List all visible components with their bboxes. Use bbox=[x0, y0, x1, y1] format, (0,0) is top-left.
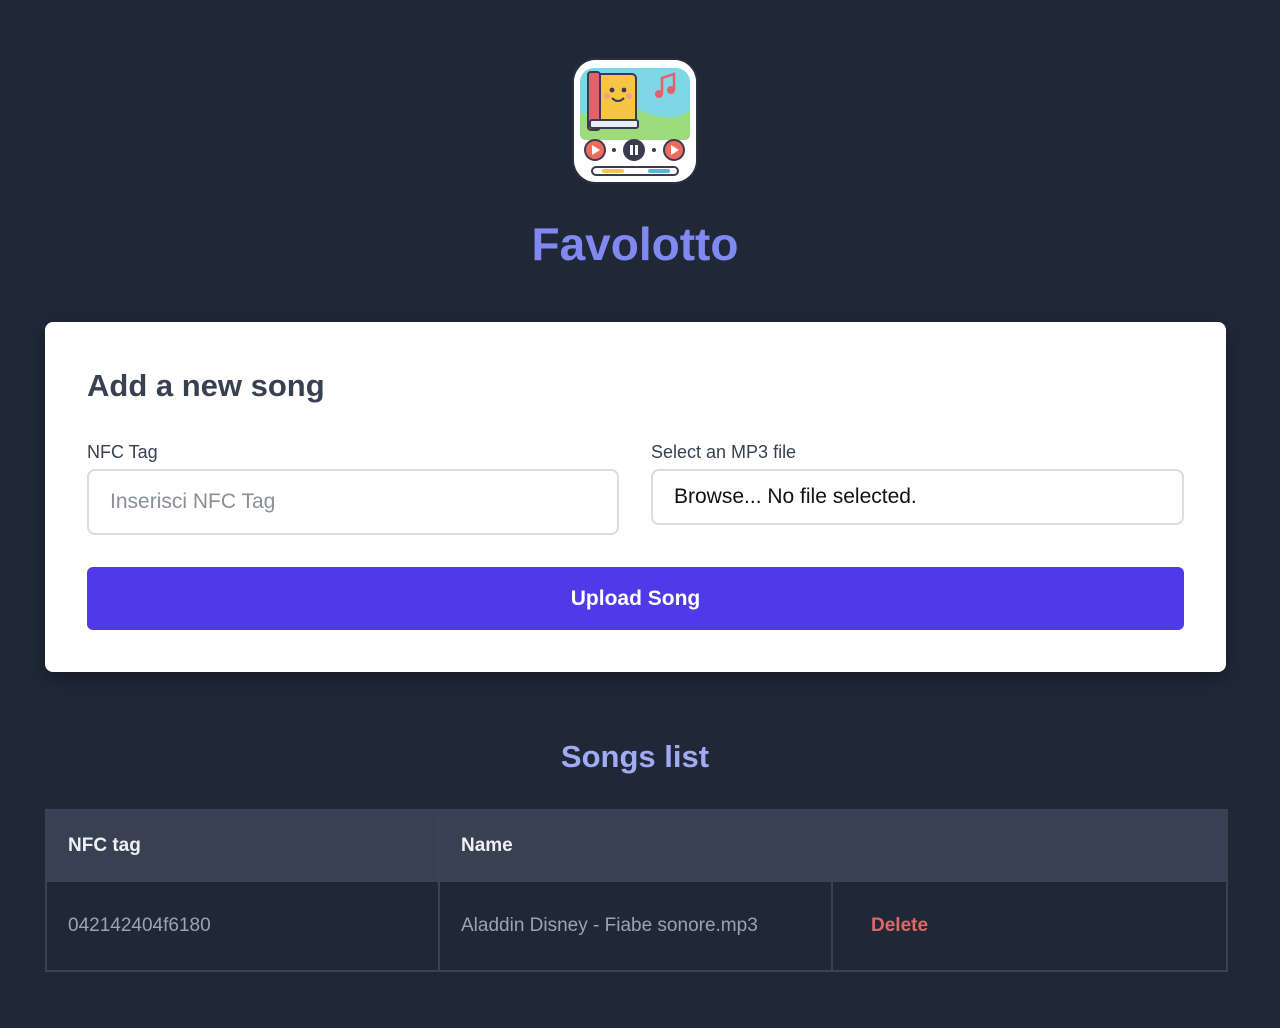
song-actions-cell: Delete bbox=[831, 880, 1228, 972]
column-header-nfc-tag: NFC tag bbox=[45, 809, 440, 882]
app-logo-icon bbox=[574, 60, 696, 182]
column-header-name: Name bbox=[438, 809, 833, 882]
song-nfc-tag: 042142404f6180 bbox=[45, 880, 440, 972]
add-song-title: Add a new song bbox=[87, 368, 325, 403]
column-header-actions bbox=[831, 809, 1228, 882]
mp3-file-input[interactable]: Browse... No file selected. bbox=[651, 469, 1184, 525]
table-header-row: NFC tag Name bbox=[45, 809, 1228, 882]
table-row: 042142404f6180 Aladdin Disney - Fiabe so… bbox=[45, 880, 1228, 972]
songs-table: NFC tag Name 042142404f6180 Aladdin Disn… bbox=[45, 809, 1228, 972]
nfc-tag-label: NFC Tag bbox=[87, 442, 158, 462]
delete-song-button[interactable]: Delete bbox=[871, 915, 928, 936]
song-name: Aladdin Disney - Fiabe sonore.mp3 bbox=[438, 880, 833, 972]
upload-song-button[interactable]: Upload Song bbox=[87, 567, 1184, 630]
mp3-file-label: Select an MP3 file bbox=[651, 442, 797, 462]
add-song-card: Add a new song NFC Tag Select an MP3 fil… bbox=[45, 322, 1226, 672]
songs-list-title: Songs list bbox=[560, 739, 710, 774]
nfc-tag-input[interactable] bbox=[87, 469, 619, 535]
app-title: Favolotto bbox=[531, 218, 739, 270]
